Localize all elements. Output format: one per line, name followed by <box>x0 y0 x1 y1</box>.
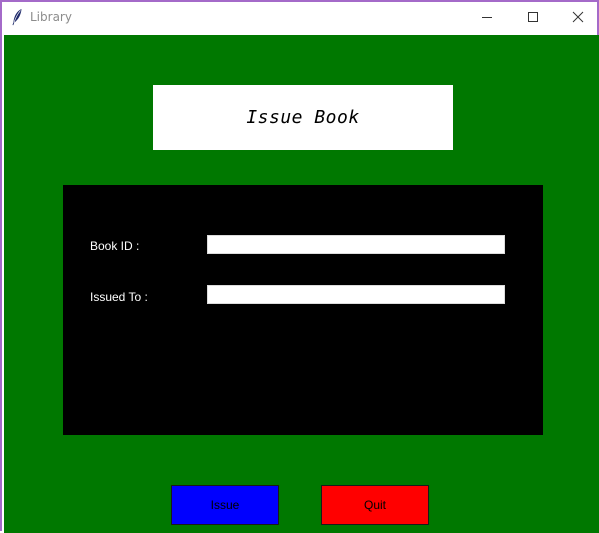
heading-frame: Issue Book <box>153 85 453 150</box>
issued-to-field[interactable] <box>207 285 505 304</box>
feather-icon <box>11 8 23 26</box>
issue-button[interactable]: Issue <box>171 485 279 525</box>
title-bar[interactable]: Library <box>2 2 597 35</box>
book-id-field[interactable] <box>207 235 505 254</box>
close-button[interactable] <box>555 2 599 33</box>
maximize-button[interactable] <box>510 2 556 33</box>
book-id-label: Book ID : <box>90 239 140 253</box>
window-title: Library <box>30 10 72 24</box>
window-content: Issue Book Book ID : Issued To : Issue Q… <box>4 35 599 533</box>
maximize-icon <box>527 8 539 27</box>
minimize-icon <box>481 8 493 27</box>
issued-to-label: Issued To : <box>90 290 148 304</box>
page-title: Issue Book <box>246 107 360 128</box>
close-icon <box>572 8 584 27</box>
minimize-button[interactable] <box>464 2 510 33</box>
form-panel: Book ID : Issued To : <box>63 185 543 435</box>
quit-button[interactable]: Quit <box>321 485 429 525</box>
app-window: Library Issue Book Book ID : Issued To : <box>0 0 599 533</box>
